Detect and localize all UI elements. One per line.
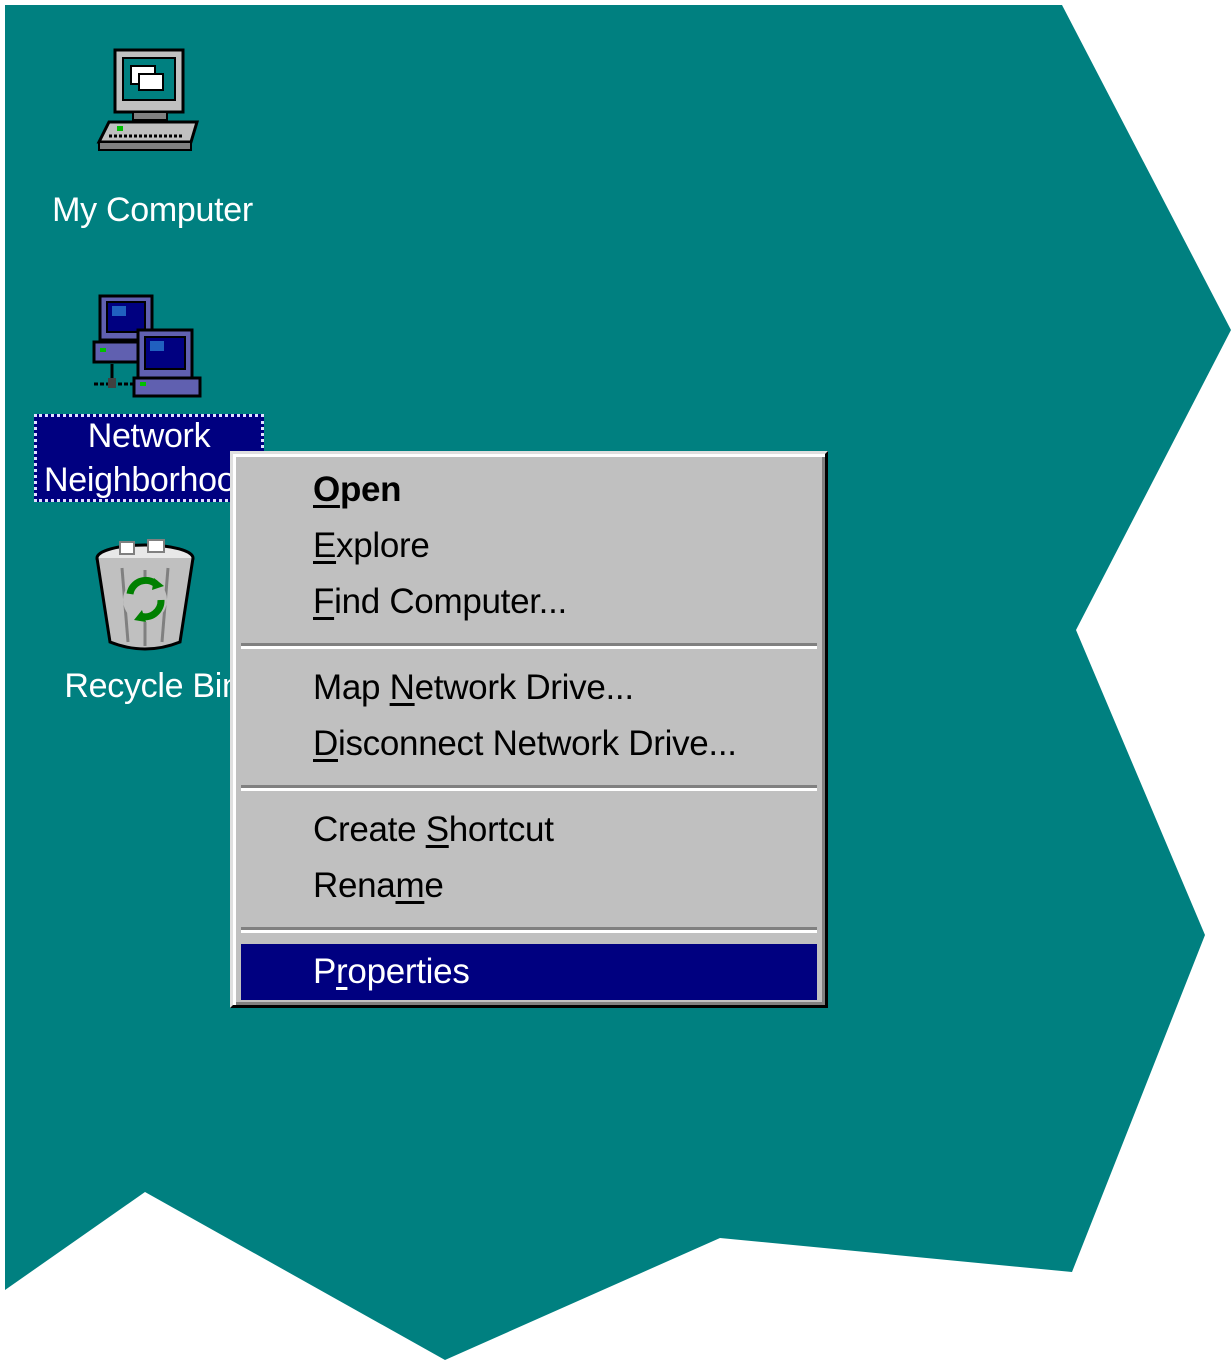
menu-item-text-before: Create bbox=[313, 810, 426, 849]
network-computers-icon bbox=[92, 294, 202, 398]
menu-item-open[interactable]: Open bbox=[241, 462, 817, 518]
menu-separator bbox=[241, 630, 817, 660]
menu-item-explore[interactable]: Explore bbox=[241, 518, 817, 574]
menu-item-text-after: pen bbox=[339, 470, 402, 509]
menu-separator bbox=[241, 914, 817, 944]
menu-item-mnemonic: m bbox=[395, 866, 425, 905]
menu-item-map-network-drive[interactable]: Map Network Drive... bbox=[241, 660, 817, 716]
menu-item-text-after: hortcut bbox=[448, 810, 554, 849]
computer-icon bbox=[96, 48, 200, 151]
menu-item-text-before: Rena bbox=[313, 866, 396, 905]
menu-item-mnemonic: E bbox=[313, 526, 337, 565]
context-menu: Open Explore Find Computer... Map Network D… bbox=[230, 451, 828, 1008]
menu-item-create-shortcut[interactable]: Create Shortcut bbox=[241, 802, 817, 858]
menu-item-disconnect-network-drive[interactable]: Disconnect Network Drive... bbox=[241, 716, 817, 772]
menu-item-text-after: ind Computer... bbox=[334, 582, 567, 621]
menu-item-properties[interactable]: Properties bbox=[241, 944, 817, 1000]
menu-item-text-after: etwork Drive... bbox=[414, 668, 634, 707]
menu-item-mnemonic: D bbox=[313, 724, 338, 763]
my-computer-desktop-icon[interactable]: My Computer bbox=[40, 46, 265, 229]
menu-item-text-before: Map bbox=[313, 668, 390, 707]
menu-item-mnemonic: O bbox=[313, 470, 340, 509]
menu-item-text-after: isconnect Network Drive... bbox=[337, 724, 737, 763]
menu-item-text-after: e bbox=[424, 866, 444, 905]
menu-item-find-computer[interactable]: Find Computer... bbox=[241, 574, 817, 630]
menu-item-text-before: P bbox=[313, 952, 337, 991]
menu-item-rename[interactable]: Rename bbox=[241, 858, 817, 914]
menu-item-text-after: operties bbox=[347, 952, 470, 991]
menu-item-mnemonic: F bbox=[313, 582, 335, 621]
menu-separator bbox=[241, 772, 817, 802]
menu-item-mnemonic: S bbox=[425, 810, 449, 849]
menu-item-mnemonic: N bbox=[389, 668, 415, 707]
menu-item-mnemonic: r bbox=[336, 952, 348, 991]
menu-item-text-after: xplore bbox=[336, 526, 430, 565]
my-computer-label: My Computer bbox=[52, 191, 253, 229]
recycle-bin-icon bbox=[95, 539, 195, 651]
